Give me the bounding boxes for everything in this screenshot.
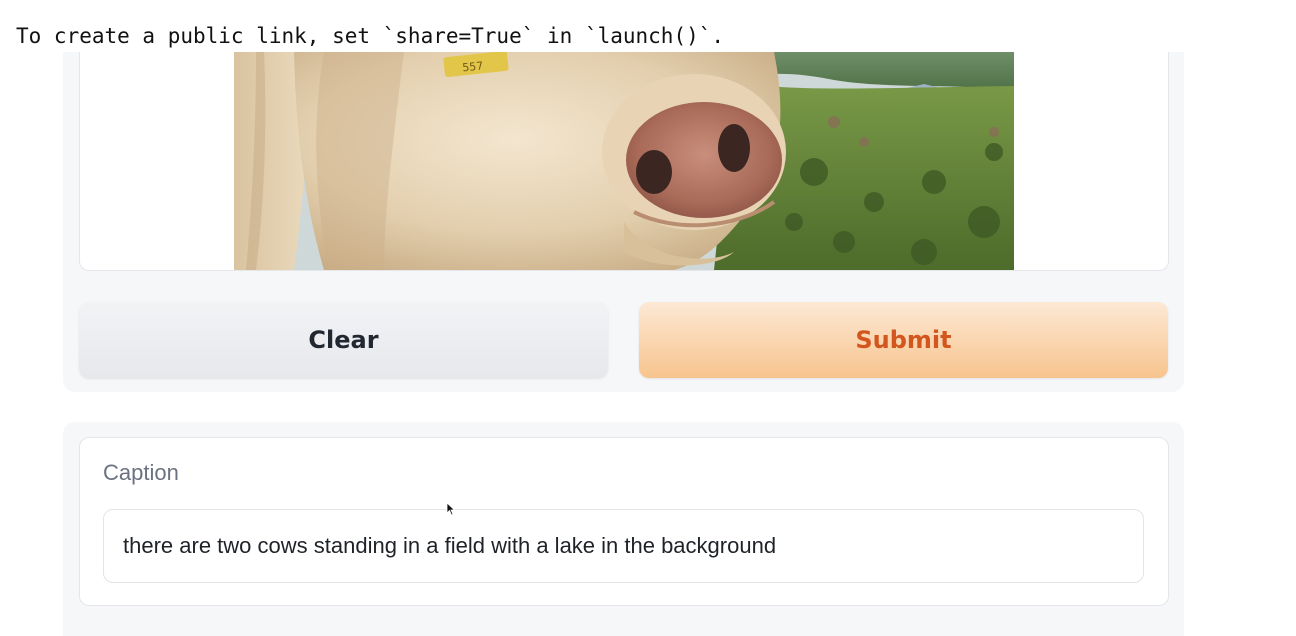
mouse-pointer-icon — [446, 502, 456, 516]
image-input[interactable]: 557 — [79, 52, 1169, 271]
caption-textbox[interactable]: there are two cows standing in a field w… — [103, 509, 1144, 583]
svg-text:557: 557 — [462, 59, 484, 74]
clear-button[interactable]: Clear — [79, 302, 608, 378]
caption-label: Caption — [103, 460, 179, 485]
submit-button[interactable]: Submit — [639, 302, 1168, 378]
console-message: To create a public link, set `share=True… — [16, 24, 725, 48]
uploaded-image: 557 — [234, 52, 1014, 270]
